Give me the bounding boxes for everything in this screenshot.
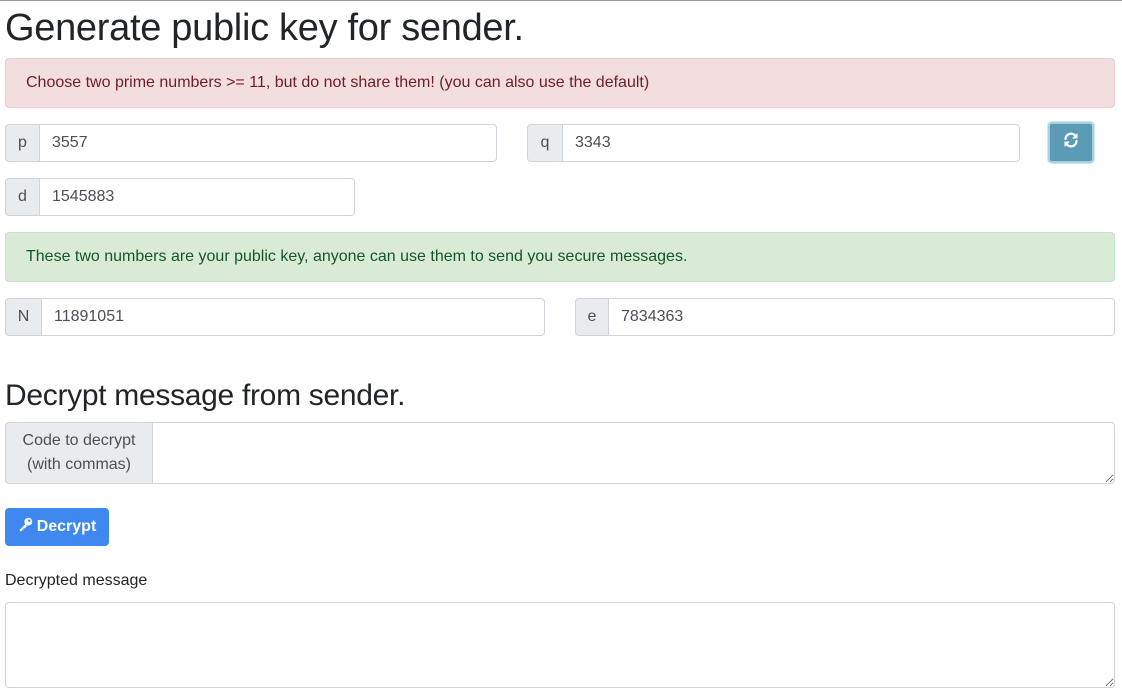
decrypted-message-textarea[interactable]	[5, 602, 1115, 688]
d-input[interactable]	[39, 178, 355, 216]
public-key-text: These two numbers are your public key, a…	[26, 248, 688, 265]
p-label: p	[5, 124, 39, 162]
n-input[interactable]	[41, 298, 545, 336]
n-label: N	[5, 298, 41, 336]
p-input[interactable]	[39, 124, 497, 162]
d-label: d	[5, 178, 39, 216]
q-input[interactable]	[562, 124, 1020, 162]
p-input-group: p	[5, 124, 497, 162]
code-input-group: Code to decrypt (with commas)	[5, 422, 1115, 484]
decrypt-title: Decrypt message from sender.	[5, 379, 406, 412]
key-icon	[18, 517, 33, 537]
d-input-group: d	[5, 178, 355, 216]
code-label: Code to decrypt (with commas)	[5, 422, 152, 484]
q-input-group: q	[527, 124, 1020, 162]
prime-warning-text: Choose two prime numbers >= 11, but do n…	[26, 74, 650, 91]
top-border	[0, 0, 1122, 1]
decrypt-button[interactable]: Decrypt	[5, 508, 109, 546]
q-label: q	[527, 124, 562, 162]
public-key-alert: These two numbers are your public key, a…	[5, 232, 1115, 282]
code-textarea[interactable]	[152, 422, 1115, 484]
prime-warning-alert: Choose two prime numbers >= 11, but do n…	[5, 58, 1115, 108]
n-input-group: N	[5, 298, 545, 336]
decrypt-button-label: Decrypt	[36, 518, 97, 535]
decrypted-message-label: Decrypted message	[5, 572, 148, 589]
e-input[interactable]	[608, 298, 1115, 336]
e-input-group: e	[575, 298, 1115, 336]
refresh-button[interactable]	[1048, 122, 1094, 163]
generate-title: Generate public key for sender.	[5, 7, 524, 49]
refresh-icon	[1062, 131, 1080, 154]
e-label: e	[575, 298, 608, 336]
